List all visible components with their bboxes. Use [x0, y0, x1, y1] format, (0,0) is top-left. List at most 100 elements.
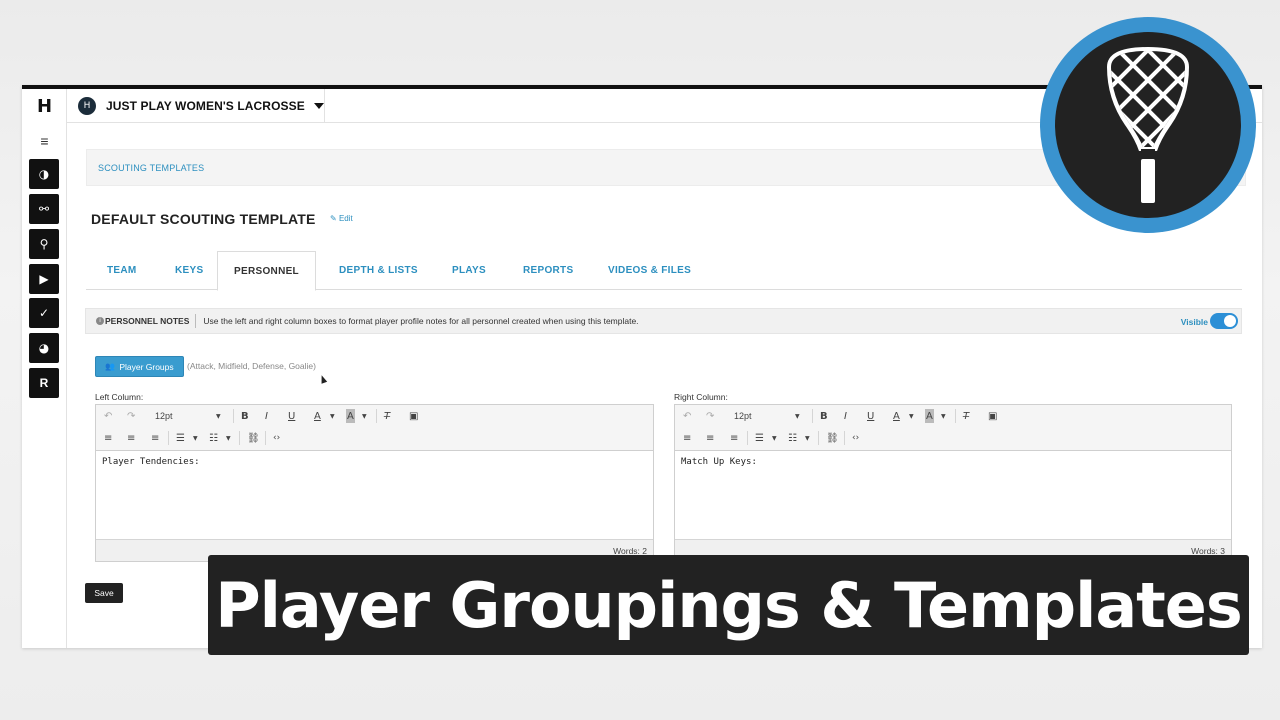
clear-format-icon[interactable]: T̶: [384, 409, 390, 423]
users-icon: 👥: [105, 362, 116, 371]
highlight-color-icon[interactable]: A: [925, 409, 934, 423]
notes-description: Use the left and right column boxes to f…: [203, 316, 639, 326]
redo-icon[interactable]: ↷: [706, 409, 714, 423]
align-left-icon[interactable]: ≡: [683, 431, 691, 445]
link-icon[interactable]: ⛓: [247, 431, 260, 445]
team-logo-icon: H: [78, 97, 96, 115]
tab-reports[interactable]: REPORTS: [523, 251, 573, 290]
team-selector[interactable]: H JUST PLAY WOMEN'S LACROSSE: [67, 89, 325, 123]
image-icon[interactable]: ▣: [409, 409, 418, 423]
tab-plays[interactable]: PLAYS: [452, 251, 486, 290]
tab-bar: TEAM KEYS PERSONNEL DEPTH & LISTS PLAYS …: [86, 251, 1242, 291]
undo-icon[interactable]: ↶: [104, 409, 112, 423]
text-color-icon[interactable]: A: [314, 409, 321, 423]
toolbar-divider: [844, 431, 845, 445]
align-right-icon[interactable]: ≡: [151, 431, 159, 445]
chevron-down-icon[interactable]: ▼: [772, 431, 777, 445]
chevron-down-icon[interactable]: ▼: [330, 409, 335, 423]
banner-title: Player Groupings & Templates: [215, 568, 1243, 642]
pie-chart-icon[interactable]: ◕: [29, 333, 59, 363]
right-column-editor: ↶ ↷ 12pt ▼ B I U A ▼ A ▼ T̶ ▣ ≡ ≡ ≡ ☰ ▼ …: [674, 404, 1232, 562]
italic-icon[interactable]: I: [844, 409, 847, 423]
toggle-knob: [1224, 315, 1236, 327]
chevron-down-icon[interactable]: ▼: [795, 409, 800, 423]
redo-icon[interactable]: ↷: [127, 409, 135, 423]
tab-team[interactable]: TEAM: [107, 251, 137, 290]
toolbar-divider: [747, 431, 748, 445]
bullet-list-icon[interactable]: ☰: [755, 431, 764, 445]
code-view-icon[interactable]: ‹›: [852, 431, 859, 445]
tab-videos-files[interactable]: VIDEOS & FILES: [608, 251, 691, 290]
tab-personnel[interactable]: PERSONNEL: [217, 251, 316, 291]
numbered-list-icon[interactable]: ☷: [788, 431, 797, 445]
lacrosse-stick-icon[interactable]: ⚲: [29, 229, 59, 259]
font-size-select[interactable]: 12pt: [155, 409, 173, 423]
check-icon[interactable]: ✓: [29, 298, 59, 328]
align-left-icon[interactable]: ≡: [104, 431, 112, 445]
clear-format-icon[interactable]: T̶: [963, 409, 969, 423]
notes-label: PERSONNEL NOTES: [105, 316, 190, 326]
align-center-icon[interactable]: ≡: [706, 431, 714, 445]
highlight-color-icon[interactable]: A: [346, 409, 355, 423]
player-groups-button[interactable]: 👥 Player Groups: [95, 356, 184, 377]
video-icon[interactable]: ▶: [29, 264, 59, 294]
undo-icon[interactable]: ↶: [683, 409, 691, 423]
edit-link[interactable]: ✎ Edit: [330, 214, 353, 223]
player-groups-hint: (Attack, Midfield, Defense, Goalie): [187, 361, 316, 371]
image-icon[interactable]: ▣: [988, 409, 997, 423]
visible-label: Visible: [1180, 317, 1208, 327]
code-view-icon[interactable]: ‹›: [273, 431, 280, 445]
underline-icon[interactable]: U: [288, 409, 295, 423]
toolbar-divider: [376, 409, 377, 423]
info-icon: i: [96, 317, 104, 325]
network-icon[interactable]: ⚯: [29, 194, 59, 224]
left-editor-body[interactable]: Player Tendencies:: [96, 451, 653, 539]
chevron-down-icon[interactable]: ▼: [226, 431, 231, 445]
chevron-down-icon[interactable]: ▼: [805, 431, 810, 445]
italic-icon[interactable]: I: [265, 409, 268, 423]
align-right-icon[interactable]: ≡: [730, 431, 738, 445]
bullet-list-icon[interactable]: ☰: [176, 431, 185, 445]
badge-inner: [1055, 32, 1241, 218]
toolbar-divider: [265, 431, 266, 445]
pencil-icon: ✎: [330, 214, 337, 223]
chevron-down-icon[interactable]: ▼: [216, 409, 221, 423]
lacrosse-head-icon: [1107, 47, 1189, 203]
left-column-label: Left Column:: [95, 392, 144, 402]
save-button[interactable]: Save: [85, 583, 123, 603]
team-name: JUST PLAY WOMEN'S LACROSSE: [106, 99, 305, 113]
bold-icon[interactable]: B: [820, 409, 828, 423]
app-logo[interactable]: H: [22, 89, 67, 123]
divider: [195, 314, 197, 328]
chevron-down-icon: [313, 103, 324, 109]
text-color-icon[interactable]: A: [893, 409, 900, 423]
tab-depth-lists[interactable]: DEPTH & LISTS: [339, 251, 418, 290]
toolbar-divider: [239, 431, 240, 445]
toolbar-divider: [818, 431, 819, 445]
speedometer-icon[interactable]: ◑: [29, 159, 59, 189]
chevron-down-icon[interactable]: ▼: [193, 431, 198, 445]
toolbar-divider: [168, 431, 169, 445]
breadcrumb-link[interactable]: SCOUTING TEMPLATES: [98, 163, 204, 173]
chevron-down-icon[interactable]: ▼: [941, 409, 946, 423]
toolbar-divider: [955, 409, 956, 423]
right-editor-body[interactable]: Match Up Keys:: [675, 451, 1231, 539]
chevron-down-icon[interactable]: ▼: [362, 409, 367, 423]
underline-icon[interactable]: U: [867, 409, 874, 423]
title-banner: Player Groupings & Templates: [208, 555, 1249, 655]
reports-icon[interactable]: R: [29, 368, 59, 398]
align-center-icon[interactable]: ≡: [127, 431, 135, 445]
font-size-select[interactable]: 12pt: [734, 409, 752, 423]
tab-keys[interactable]: KEYS: [175, 251, 203, 290]
left-column-editor: ↶ ↷ 12pt ▼ B I U A ▼ A ▼ T̶ ▣ ≡ ≡ ≡ ☰ ▼ …: [95, 404, 654, 562]
hamburger-menu-icon[interactable]: ≡: [22, 133, 67, 149]
visible-toggle[interactable]: [1210, 313, 1238, 329]
link-icon[interactable]: ⛓: [826, 431, 839, 445]
toolbar-divider: [812, 409, 813, 423]
numbered-list-icon[interactable]: ☷: [209, 431, 218, 445]
page-title: DEFAULT SCOUTING TEMPLATE: [91, 211, 316, 227]
player-groups-label: Player Groups: [119, 361, 174, 372]
editor-toolbar: ↶ ↷ 12pt ▼ B I U A ▼ A ▼ T̶ ▣ ≡ ≡ ≡ ☰ ▼ …: [675, 405, 1231, 451]
bold-icon[interactable]: B: [241, 409, 249, 423]
chevron-down-icon[interactable]: ▼: [909, 409, 914, 423]
